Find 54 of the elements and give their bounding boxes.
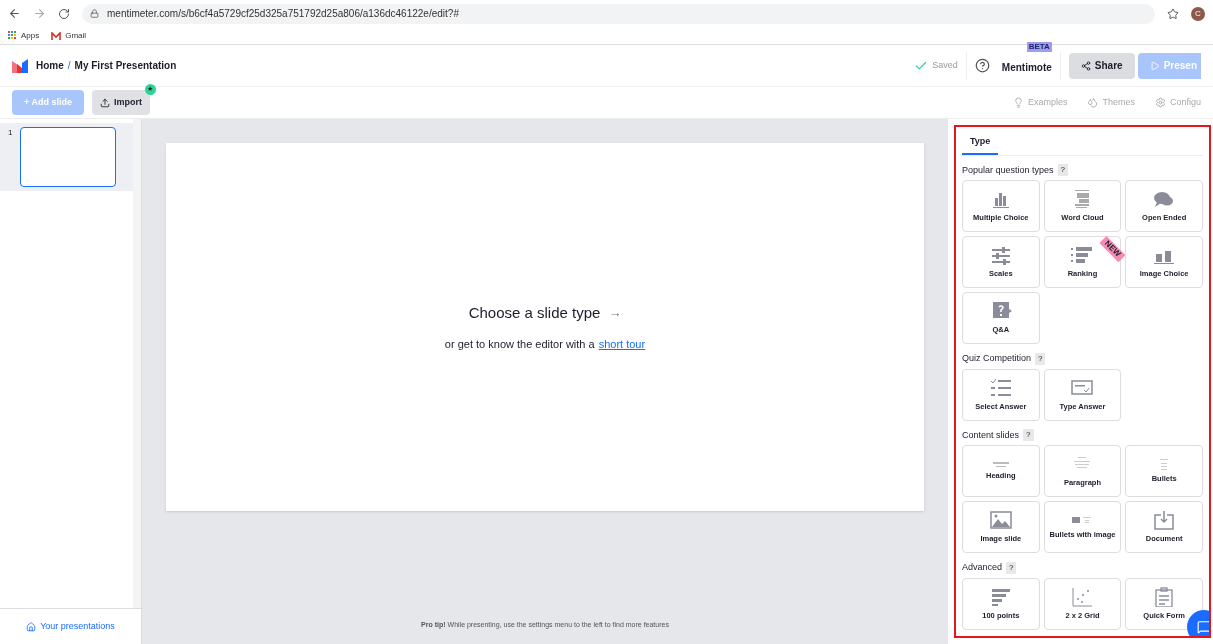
logo-icon	[12, 58, 28, 73]
url-text: mentimeter.com/s/b6cf4a5729cf25d325a751792d25a806/a136dc46122e/edit?#	[107, 7, 459, 21]
help-badge[interactable]: ?	[1035, 352, 1046, 365]
type-tab[interactable]: Type	[962, 135, 999, 155]
back-icon[interactable]	[8, 7, 21, 20]
short-tour-link[interactable]: short tour	[598, 336, 646, 353]
bullets-icon	[1160, 458, 1169, 470]
ranking-icon	[1070, 245, 1095, 265]
your-presentations-link[interactable]: Your presentations	[40, 619, 115, 634]
scrollbar[interactable]	[133, 119, 141, 608]
help-badge[interactable]: ?	[1006, 561, 1017, 574]
breadcrumb-separator: /	[67, 59, 71, 73]
play-icon	[1149, 60, 1160, 71]
slide-number: 1	[8, 127, 13, 139]
heading-icon	[992, 461, 1009, 467]
slide-heading: Choose a slide type	[468, 302, 601, 323]
import-button[interactable]: Import	[91, 90, 150, 115]
lock-icon	[90, 9, 99, 18]
section-title: Advanced	[962, 561, 1003, 574]
share-icon	[1080, 60, 1091, 71]
help-badge[interactable]: ?	[1057, 164, 1068, 177]
section-title: Quiz Competition	[962, 352, 1032, 365]
mail-m-icon	[51, 31, 62, 40]
type-icon	[1070, 377, 1095, 398]
bookmark-link[interactable]: Gmail	[65, 29, 87, 42]
tour-prompt: or get to know the editor with a	[444, 337, 595, 352]
reload-icon[interactable]	[58, 7, 70, 20]
section-title: Content slides	[962, 428, 1020, 442]
beta-badge: BETA	[1026, 41, 1052, 52]
address-bar[interactable]: mentimeter.com/s/b6cf4a5729cf25d325a751792d25a806/a136dc46122e/edit?#	[82, 3, 1155, 24]
apps-grid-icon	[8, 31, 17, 40]
upload-icon	[99, 97, 110, 108]
forward-icon[interactable]	[33, 7, 46, 20]
home-link[interactable]: Home	[36, 58, 64, 73]
select-icon	[988, 377, 1013, 398]
saved-status: Saved	[932, 58, 958, 72]
share-button[interactable]: Share	[1068, 52, 1135, 79]
bookmark-link[interactable]: Apps	[21, 29, 40, 42]
slide-thumbnail[interactable]	[20, 127, 117, 187]
chat-icon	[1197, 620, 1209, 634]
help-badge[interactable]: ?	[1023, 429, 1034, 442]
bookmark-star-icon[interactable]	[1167, 7, 1179, 20]
help-icon[interactable]	[974, 58, 990, 73]
droplets-icon	[1087, 97, 1099, 108]
section-title: Popular question types	[962, 163, 1054, 177]
image-icon	[988, 510, 1013, 530]
settings-icon	[1154, 97, 1166, 108]
arrow-glyph: →	[608, 304, 622, 322]
profile-avatar[interactable]: C	[1191, 6, 1205, 21]
lightbulb-icon	[1012, 97, 1024, 108]
mentimote-link[interactable]: Mentimote	[1001, 61, 1052, 73]
home-icon	[26, 621, 37, 632]
presentation-title: My First Presentation	[74, 59, 177, 73]
document-icon	[1152, 510, 1177, 530]
